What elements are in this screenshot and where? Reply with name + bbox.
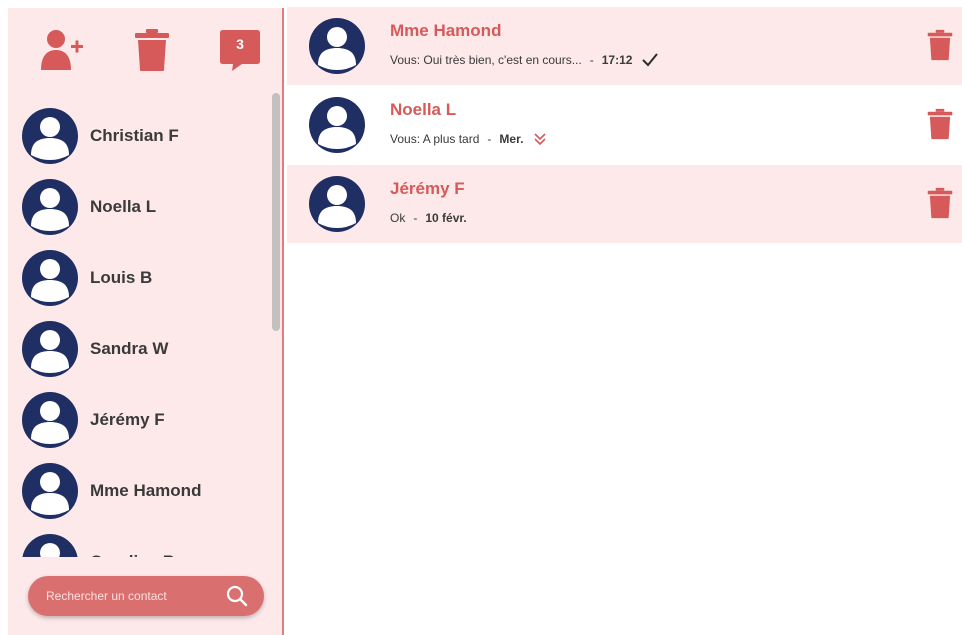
- last-message: Ok: [390, 211, 406, 225]
- add-user-icon: [41, 30, 83, 70]
- avatar-icon: [22, 534, 78, 557]
- conversation-name: Noella L: [390, 100, 457, 119]
- delete-conversation-icon[interactable]: [927, 186, 953, 220]
- avatar-icon: [22, 392, 78, 448]
- message-time: Mer.: [499, 132, 524, 146]
- contact-list-scrollbar[interactable]: [272, 93, 280, 331]
- conversation-preview: Vous: A plus tard - Mer.: [390, 132, 547, 146]
- sidebar-divider: [282, 8, 284, 635]
- avatar-icon: [22, 108, 78, 164]
- contact-item[interactable]: Sandra W: [22, 321, 262, 377]
- avatar-icon: [22, 250, 78, 306]
- avatar-icon: [22, 179, 78, 235]
- avatar-icon: [309, 18, 365, 74]
- last-message: Vous: Oui très bien, c'est en cours...: [390, 53, 582, 67]
- conversation-preview: Ok - 10 févr.: [390, 211, 467, 225]
- contact-name: Christian F: [90, 126, 179, 145]
- sent-check-icon: [642, 53, 659, 67]
- contact-item[interactable]: Christian F: [22, 108, 262, 164]
- contact-item[interactable]: Louis B: [22, 250, 262, 306]
- read-double-check-icon: [533, 132, 547, 146]
- conversation-name: Jérémy F: [390, 179, 465, 198]
- avatar-icon: [22, 463, 78, 519]
- avatar-icon: [309, 97, 365, 153]
- search-input[interactable]: [46, 576, 226, 616]
- message-time: 17:12: [601, 53, 633, 67]
- contact-name: Jérémy F: [90, 410, 165, 429]
- contact-item[interactable]: Caroline B: [22, 534, 262, 557]
- conversation-preview: Vous: Oui très bien, c'est en cours... -…: [390, 53, 659, 67]
- contact-item[interactable]: Jérémy F: [22, 392, 262, 448]
- messages-badge-count: 3: [236, 36, 244, 52]
- delete-conversation-icon[interactable]: [927, 107, 953, 141]
- contact-list: Christian F Noella L Louis B Sandra W Jé…: [8, 90, 282, 557]
- trash-icon: [135, 29, 169, 71]
- message-time: 10 févr.: [425, 211, 467, 225]
- conversation-name: Mme Hamond: [390, 21, 502, 40]
- avatar-icon: [22, 321, 78, 377]
- contact-name: Noella L: [90, 197, 157, 216]
- conversation-row[interactable]: Noella L Vous: A plus tard - Mer.: [287, 86, 962, 164]
- contact-search: [28, 576, 264, 616]
- separator: -: [589, 53, 594, 67]
- delete-contacts-button[interactable]: [134, 28, 170, 77]
- contact-item[interactable]: Mme Hamond: [22, 463, 262, 519]
- search-icon[interactable]: [226, 585, 248, 607]
- avatar-icon: [309, 176, 365, 232]
- separator: -: [413, 211, 418, 225]
- separator: -: [487, 132, 492, 146]
- last-message: Vous: A plus tard: [390, 132, 480, 146]
- conversation-row[interactable]: Mme Hamond Vous: Oui très bien, c'est en…: [287, 7, 962, 85]
- contact-name: Caroline B: [90, 534, 175, 557]
- contact-name: Louis B: [90, 268, 153, 287]
- contact-item[interactable]: Noella L: [22, 179, 262, 235]
- messages-button[interactable]: 3: [220, 30, 260, 77]
- contact-name: Mme Hamond: [90, 481, 202, 500]
- contact-name: Sandra W: [90, 339, 169, 358]
- delete-conversation-icon[interactable]: [927, 28, 953, 62]
- conversation-row[interactable]: Jérémy F Ok - 10 févr.: [287, 165, 962, 243]
- add-contact-button[interactable]: [40, 28, 84, 77]
